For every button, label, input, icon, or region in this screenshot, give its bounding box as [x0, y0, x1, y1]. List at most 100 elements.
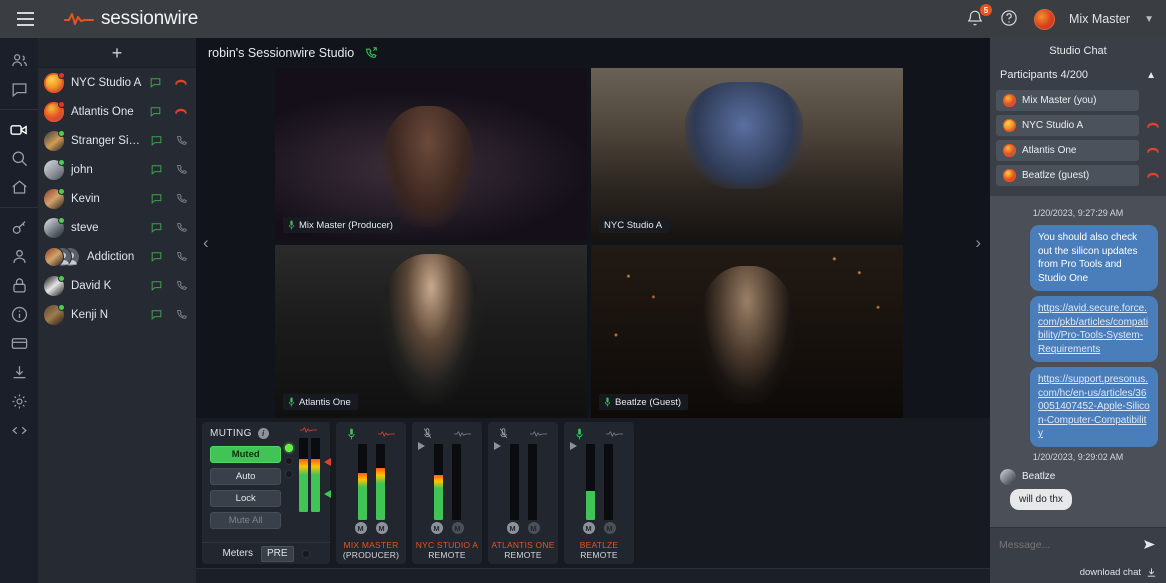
lock-button[interactable]: Lock — [210, 490, 282, 507]
mic-muted-icon[interactable] — [423, 427, 432, 440]
video-tile[interactable]: Beatlze (Guest) — [591, 245, 903, 418]
mute-right-button[interactable]: M — [527, 522, 540, 534]
participant-row[interactable]: Atlantis One — [996, 140, 1160, 161]
video-tile[interactable]: NYC Studio A — [591, 68, 903, 241]
info-icon[interactable]: i — [257, 428, 269, 439]
chevron-up-icon[interactable]: ▲ — [1146, 70, 1156, 81]
participant-box[interactable]: NYC Studio A — [996, 115, 1139, 136]
participant-row[interactable]: Beatlze (guest) — [996, 165, 1160, 186]
chat-link[interactable]: https://support.presonus.com/hc/en-us/ar… — [1038, 374, 1150, 439]
channel-strip[interactable]: M M ATLANTIS ONE REMOTE — [488, 422, 558, 564]
rail-item-contacts[interactable] — [0, 46, 38, 75]
rail-item-about[interactable] — [0, 300, 38, 329]
rail-item-home[interactable] — [0, 173, 38, 202]
user-name[interactable]: Mix Master — [1069, 12, 1130, 26]
chat-icon[interactable] — [150, 192, 163, 205]
incoming-call-icon[interactable] — [364, 46, 378, 60]
participant-row[interactable]: NYC Studio A — [996, 115, 1160, 136]
participant-box[interactable]: Mix Master (you) — [996, 90, 1139, 111]
rail-item-developer[interactable] — [0, 416, 38, 445]
mic-muted-icon[interactable] — [499, 427, 508, 440]
play-icon[interactable] — [494, 442, 501, 450]
rail-item-downloads[interactable] — [0, 358, 38, 387]
mute-right-button[interactable]: M — [451, 522, 464, 534]
hangup-icon[interactable] — [1145, 119, 1160, 133]
chat-icon[interactable] — [150, 250, 163, 263]
phone-icon[interactable] — [175, 134, 188, 147]
rail-item-profile[interactable] — [0, 242, 38, 271]
mute-right-button[interactable]: M — [603, 522, 616, 534]
mic-on-icon[interactable] — [575, 428, 584, 440]
channel-strip[interactable]: M M BEATLZE REMOTE — [564, 422, 634, 564]
hangup-icon[interactable] — [174, 76, 188, 90]
contact-row[interactable]: David K — [38, 271, 196, 300]
contact-row[interactable]: Kevin — [38, 184, 196, 213]
chat-icon[interactable] — [150, 134, 163, 147]
mute-left-button[interactable]: M — [430, 522, 443, 534]
phone-icon[interactable] — [175, 279, 188, 292]
threshold-marker-green[interactable] — [324, 490, 331, 498]
hangup-icon[interactable] — [1145, 144, 1160, 158]
contact-row[interactable]: john — [38, 155, 196, 184]
outgoing-link-message[interactable]: https://avid.secure.force.com/pkb/articl… — [1030, 296, 1158, 362]
outgoing-link-message[interactable]: https://support.presonus.com/hc/en-us/ar… — [1030, 367, 1158, 447]
auto-button[interactable]: Auto — [210, 468, 282, 485]
phone-icon[interactable] — [175, 221, 188, 234]
rail-item-search[interactable] — [0, 144, 38, 173]
rail-item-license[interactable] — [0, 213, 38, 242]
mute-left-button[interactable]: M — [582, 522, 595, 534]
rail-item-video[interactable] — [0, 115, 38, 144]
channel-strip[interactable]: M M MIX MASTER (PRODUCER) — [336, 422, 406, 564]
mute-all-button[interactable]: Mute All — [210, 512, 282, 529]
hangup-icon[interactable] — [174, 105, 188, 119]
chat-icon[interactable] — [150, 221, 163, 234]
mute-left-button[interactable]: M — [354, 522, 367, 534]
mute-right-button[interactable]: M — [375, 522, 388, 534]
participants-header[interactable]: Participants 4/200 ▲ — [990, 64, 1166, 86]
mute-left-button[interactable]: M — [506, 522, 519, 534]
chat-icon[interactable] — [150, 308, 163, 321]
phone-icon[interactable] — [175, 308, 188, 321]
contact-row[interactable]: Atlantis One — [38, 97, 196, 126]
phone-icon[interactable] — [175, 163, 188, 176]
phone-icon[interactable] — [175, 250, 188, 263]
chat-link[interactable]: https://avid.secure.force.com/pkb/articl… — [1038, 303, 1148, 355]
chevron-right-icon[interactable]: › — [975, 233, 981, 253]
pre-toggle[interactable]: PRE — [261, 545, 294, 562]
hangup-icon[interactable] — [1145, 169, 1160, 183]
contact-row[interactable]: Addiction — [38, 242, 196, 271]
rail-item-messages[interactable] — [0, 75, 38, 104]
avatar[interactable] — [1033, 8, 1055, 30]
contact-row[interactable]: Stranger Sings — [38, 126, 196, 155]
hamburger-icon[interactable] — [6, 0, 44, 38]
play-icon[interactable] — [418, 442, 425, 450]
contact-row[interactable]: steve — [38, 213, 196, 242]
participant-row[interactable]: Mix Master (you) — [996, 90, 1160, 111]
chevron-down-icon[interactable]: ▼ — [1144, 14, 1154, 25]
mic-on-icon[interactable] — [347, 428, 356, 440]
bell-icon[interactable]: 5 — [966, 4, 992, 29]
rail-item-billing[interactable] — [0, 329, 38, 358]
send-icon[interactable] — [1142, 538, 1157, 551]
chat-icon[interactable] — [149, 105, 162, 118]
video-tile[interactable]: Atlantis One — [275, 245, 587, 418]
video-tile[interactable]: Mix Master (Producer) — [275, 68, 587, 241]
phone-icon[interactable] — [175, 192, 188, 205]
chat-icon[interactable] — [150, 163, 163, 176]
participant-box[interactable]: Atlantis One — [996, 140, 1139, 161]
play-icon[interactable] — [570, 442, 577, 450]
participant-box[interactable]: Beatlze (guest) — [996, 165, 1139, 186]
chat-icon[interactable] — [149, 76, 162, 89]
channel-strip[interactable]: M M NYC STUDIO A REMOTE — [412, 422, 482, 564]
add-contact-button[interactable]: + — [112, 44, 123, 62]
threshold-marker-red[interactable] — [324, 458, 331, 466]
contact-row[interactable]: NYC Studio A — [38, 68, 196, 97]
muted-button[interactable]: Muted — [210, 446, 282, 463]
contact-row[interactable]: Kenji N — [38, 300, 196, 329]
chat-icon[interactable] — [150, 279, 163, 292]
help-icon[interactable] — [1000, 9, 1020, 29]
rail-item-settings[interactable] — [0, 387, 38, 416]
message-input[interactable] — [999, 538, 1136, 551]
chevron-left-icon[interactable]: ‹ — [203, 233, 209, 253]
rail-item-security[interactable] — [0, 271, 38, 300]
